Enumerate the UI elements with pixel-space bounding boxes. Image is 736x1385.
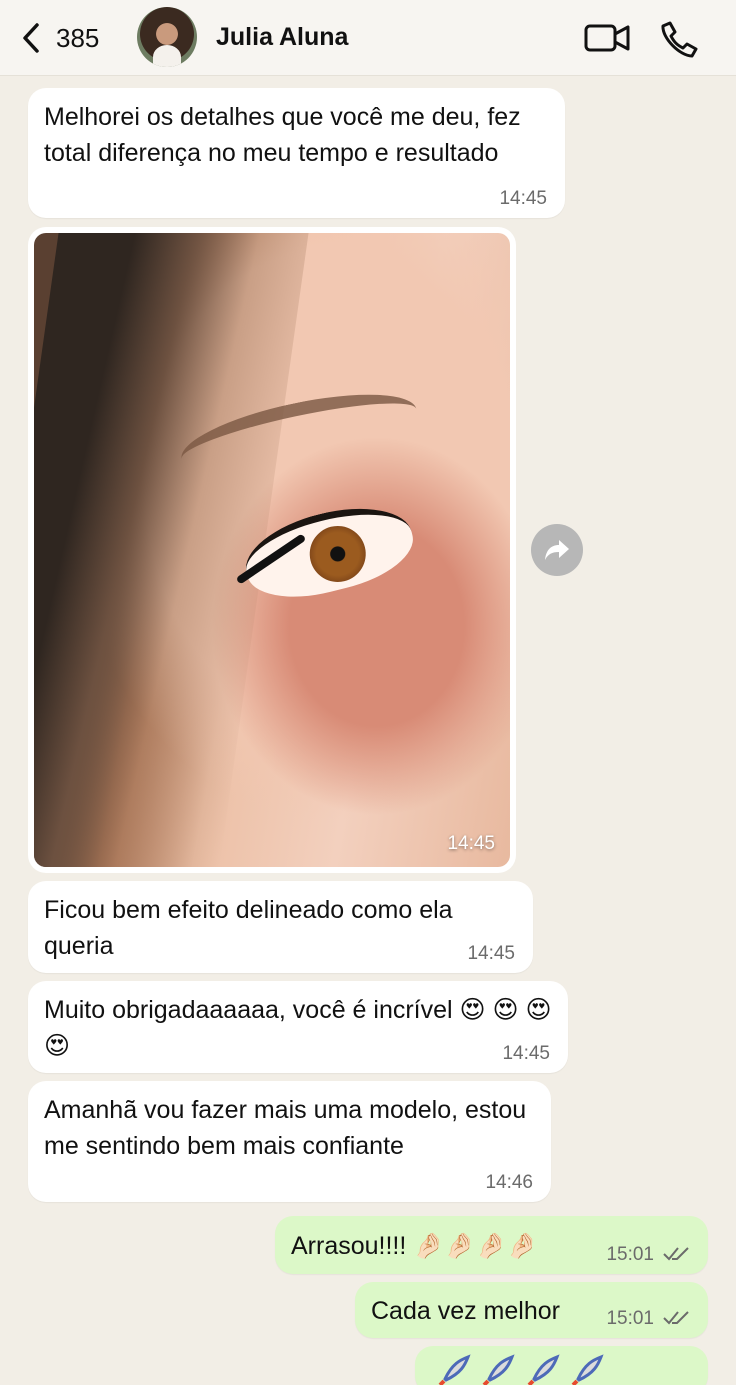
iris-shape	[303, 520, 372, 588]
message-time: 15:01	[606, 1244, 654, 1265]
chat-header: 385 Julia Aluna	[0, 0, 736, 76]
phone-icon[interactable]	[660, 20, 698, 58]
chevron-left-icon	[23, 23, 39, 53]
message-text: Muito obrigadaaaaaa, você é incrível 😍 😍…	[44, 996, 552, 1060]
message-time: 14:45	[502, 1043, 550, 1064]
outgoing-message[interactable]: Cada vez melhor 15:01	[355, 1282, 708, 1338]
incoming-message[interactable]: Melhorei os detalhes que você me deu, fe…	[28, 88, 565, 218]
message-text: Melhorei os detalhes que você me deu, fe…	[44, 103, 521, 167]
forward-icon	[545, 540, 569, 560]
contact-avatar[interactable]	[137, 7, 197, 67]
message-time-with-status: 15:01	[606, 1308, 690, 1330]
message-time-with-status: 15:01	[606, 1244, 690, 1266]
message-text: Ficou bem efeito delineado como ela quer…	[44, 896, 453, 960]
outgoing-message[interactable]: Arrasou!!!! 🤌🏻🤌🏻🤌🏻🤌🏻 15:01	[275, 1216, 708, 1274]
image-message[interactable]: 14:45	[28, 227, 516, 873]
message-text: Arrasou!!!! 🤌🏻🤌🏻🤌🏻🤌🏻	[291, 1232, 538, 1260]
rocket-icon	[483, 1354, 516, 1385]
eye-makeup-photo[interactable]: 14:45	[34, 233, 510, 867]
rocket-emoji-row	[437, 1354, 610, 1385]
rocket-icon	[571, 1354, 604, 1385]
rocket-icon	[527, 1354, 560, 1385]
incoming-message[interactable]: Ficou bem efeito delineado como ela quer…	[28, 881, 533, 973]
double-check-icon	[663, 1311, 689, 1325]
unread-count: 385	[56, 22, 100, 53]
partial-outgoing-message[interactable]	[415, 1346, 708, 1385]
message-time: 14:45	[499, 188, 547, 209]
message-text: Amanhã vou fazer mais uma modelo, estou …	[44, 1096, 527, 1160]
message-time: 14:46	[485, 1172, 533, 1193]
photo-time: 14:45	[447, 833, 495, 854]
double-check-icon	[663, 1247, 689, 1261]
forward-button[interactable]	[531, 524, 583, 576]
video-call-icon[interactable]	[584, 19, 630, 57]
message-time: 15:01	[606, 1308, 654, 1329]
rocket-icon	[438, 1354, 471, 1385]
incoming-message[interactable]: Muito obrigadaaaaaa, você é incrível 😍 😍…	[28, 981, 568, 1073]
back-button[interactable]: 385	[18, 18, 118, 58]
incoming-message[interactable]: Amanhã vou fazer mais uma modelo, estou …	[28, 1081, 551, 1202]
message-time: 14:45	[467, 943, 515, 964]
contact-name[interactable]: Julia Aluna	[216, 23, 348, 52]
message-text: Cada vez melhor	[371, 1297, 560, 1325]
